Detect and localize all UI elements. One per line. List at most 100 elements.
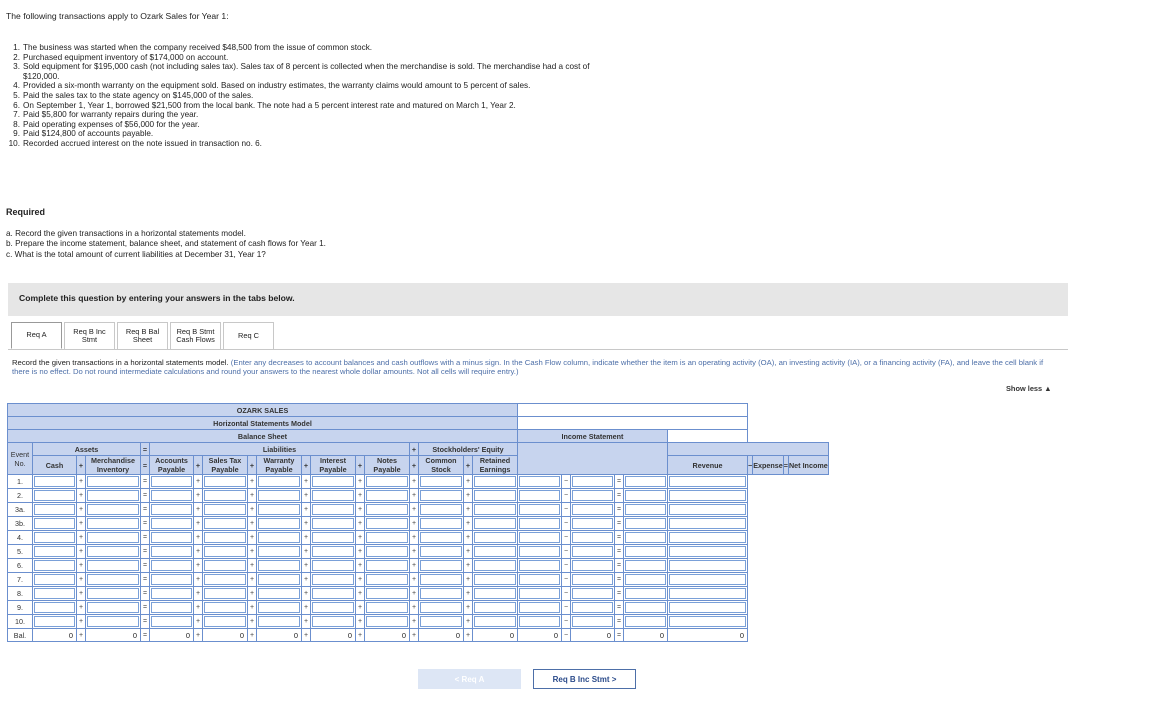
retained-earnings-input[interactable]: [474, 574, 516, 585]
interest-payable-input[interactable]: [312, 546, 354, 557]
revenue-input[interactable]: [519, 616, 560, 627]
tab-req-a[interactable]: Req A: [11, 322, 62, 349]
warranty-payable-input[interactable]: [258, 588, 300, 599]
warranty-payable-input[interactable]: [258, 532, 300, 543]
sales-tax-payable-input[interactable]: [204, 560, 246, 571]
interest-payable-input[interactable]: [312, 616, 354, 627]
cash-flow-input[interactable]: [669, 616, 746, 627]
cash-flow-input[interactable]: [669, 574, 746, 585]
merchandise-inventory-input[interactable]: [87, 602, 139, 613]
common-stock-input[interactable]: [420, 476, 462, 487]
expense-input[interactable]: [572, 476, 613, 487]
sales-tax-payable-input[interactable]: [204, 504, 246, 515]
revenue-input[interactable]: [519, 602, 560, 613]
interest-payable-input[interactable]: [312, 602, 354, 613]
expense-input[interactable]: [572, 532, 613, 543]
cash-flow-input[interactable]: [669, 546, 746, 557]
merchandise-inventory-input[interactable]: [87, 532, 139, 543]
expense-input[interactable]: [572, 602, 613, 613]
notes-payable-input[interactable]: [366, 588, 408, 599]
sales-tax-payable-input[interactable]: [204, 574, 246, 585]
interest-payable-input[interactable]: [312, 504, 354, 515]
merchandise-inventory-input[interactable]: [87, 616, 139, 627]
accounts-payable-input[interactable]: [151, 588, 192, 599]
sales-tax-payable-input[interactable]: [204, 588, 246, 599]
next-req-b-inc-stmt-button[interactable]: Req B Inc Stmt >: [533, 669, 636, 689]
common-stock-input[interactable]: [420, 490, 462, 501]
notes-payable-input[interactable]: [366, 602, 408, 613]
revenue-input[interactable]: [519, 574, 560, 585]
net-income-input[interactable]: [625, 574, 666, 585]
warranty-payable-input[interactable]: [258, 504, 300, 515]
revenue-input[interactable]: [519, 476, 560, 487]
accounts-payable-input[interactable]: [151, 546, 192, 557]
sales-tax-payable-input[interactable]: [204, 602, 246, 613]
cash-flow-input[interactable]: [669, 532, 746, 543]
interest-payable-input[interactable]: [312, 574, 354, 585]
cash-input[interactable]: [34, 490, 75, 501]
revenue-input[interactable]: [519, 546, 560, 557]
interest-payable-input[interactable]: [312, 518, 354, 529]
interest-payable-input[interactable]: [312, 490, 354, 501]
warranty-payable-input[interactable]: [258, 546, 300, 557]
merchandise-inventory-input[interactable]: [87, 504, 139, 515]
notes-payable-input[interactable]: [366, 518, 408, 529]
notes-payable-input[interactable]: [366, 616, 408, 627]
common-stock-input[interactable]: [420, 588, 462, 599]
sales-tax-payable-input[interactable]: [204, 532, 246, 543]
retained-earnings-input[interactable]: [474, 504, 516, 515]
accounts-payable-input[interactable]: [151, 518, 192, 529]
notes-payable-input[interactable]: [366, 574, 408, 585]
retained-earnings-input[interactable]: [474, 476, 516, 487]
net-income-input[interactable]: [625, 518, 666, 529]
retained-earnings-input[interactable]: [474, 560, 516, 571]
expense-input[interactable]: [572, 560, 613, 571]
interest-payable-input[interactable]: [312, 560, 354, 571]
interest-payable-input[interactable]: [312, 476, 354, 487]
expense-input[interactable]: [572, 588, 613, 599]
warranty-payable-input[interactable]: [258, 476, 300, 487]
common-stock-input[interactable]: [420, 504, 462, 515]
cash-input[interactable]: [34, 560, 75, 571]
revenue-input[interactable]: [519, 504, 560, 515]
cash-input[interactable]: [34, 574, 75, 585]
sales-tax-payable-input[interactable]: [204, 518, 246, 529]
accounts-payable-input[interactable]: [151, 532, 192, 543]
notes-payable-input[interactable]: [366, 476, 408, 487]
net-income-input[interactable]: [625, 546, 666, 557]
warranty-payable-input[interactable]: [258, 560, 300, 571]
common-stock-input[interactable]: [420, 518, 462, 529]
retained-earnings-input[interactable]: [474, 532, 516, 543]
cash-input[interactable]: [34, 616, 75, 627]
prev-req-a-button[interactable]: < Req A: [418, 669, 521, 689]
accounts-payable-input[interactable]: [151, 504, 192, 515]
accounts-payable-input[interactable]: [151, 476, 192, 487]
cash-input[interactable]: [34, 546, 75, 557]
retained-earnings-input[interactable]: [474, 518, 516, 529]
common-stock-input[interactable]: [420, 560, 462, 571]
notes-payable-input[interactable]: [366, 546, 408, 557]
revenue-input[interactable]: [519, 588, 560, 599]
sales-tax-payable-input[interactable]: [204, 616, 246, 627]
show-less-link[interactable]: Show less ▲: [1006, 384, 1052, 393]
cash-flow-input[interactable]: [669, 490, 746, 501]
retained-earnings-input[interactable]: [474, 588, 516, 599]
sales-tax-payable-input[interactable]: [204, 476, 246, 487]
common-stock-input[interactable]: [420, 546, 462, 557]
merchandise-inventory-input[interactable]: [87, 490, 139, 501]
common-stock-input[interactable]: [420, 532, 462, 543]
tab-req-b-inc-stmt[interactable]: Req B Inc Stmt: [64, 322, 115, 349]
expense-input[interactable]: [572, 574, 613, 585]
net-income-input[interactable]: [625, 532, 666, 543]
accounts-payable-input[interactable]: [151, 616, 192, 627]
net-income-input[interactable]: [625, 490, 666, 501]
common-stock-input[interactable]: [420, 602, 462, 613]
expense-input[interactable]: [572, 504, 613, 515]
cash-flow-input[interactable]: [669, 560, 746, 571]
warranty-payable-input[interactable]: [258, 574, 300, 585]
cash-input[interactable]: [34, 532, 75, 543]
cash-flow-input[interactable]: [669, 476, 746, 487]
revenue-input[interactable]: [519, 560, 560, 571]
common-stock-input[interactable]: [420, 616, 462, 627]
net-income-input[interactable]: [625, 602, 666, 613]
